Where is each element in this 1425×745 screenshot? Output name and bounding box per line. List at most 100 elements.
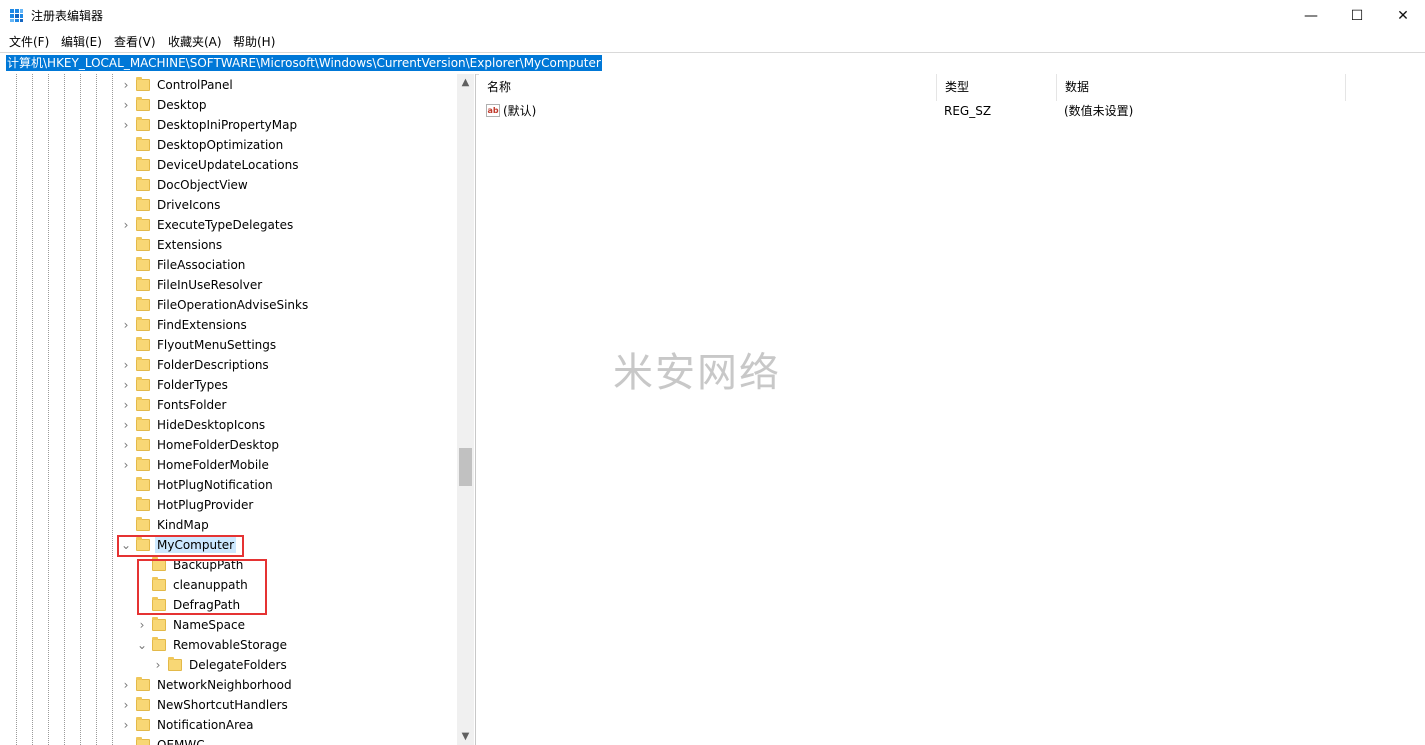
tree-node-networkneighborhood[interactable]: › NetworkNeighborhood (120, 675, 294, 695)
tree-node-label: DocObjectView (157, 178, 248, 192)
expand-chevron-icon[interactable]: › (120, 215, 132, 235)
expand-chevron-icon[interactable]: › (120, 435, 132, 455)
tree-node-homefoldermobile[interactable]: › HomeFolderMobile (120, 455, 271, 475)
tree-node-folderdescriptions[interactable]: › FolderDescriptions (120, 355, 271, 375)
tree-node-docobjectview[interactable]: DocObjectView (120, 175, 250, 195)
tree-node-label: HideDesktopIcons (157, 418, 266, 432)
string-value-icon: ab (486, 104, 500, 117)
column-header-name[interactable]: 名称 (479, 74, 937, 101)
expand-chevron-icon[interactable]: › (136, 615, 148, 635)
tree-node-namespace[interactable]: › NameSpace (136, 615, 247, 635)
maximize-button[interactable]: ☐ (1334, 0, 1380, 31)
folder-icon (136, 737, 150, 745)
scroll-down-arrow-icon[interactable]: ▼ (457, 728, 474, 745)
column-header-type[interactable]: 类型 (937, 74, 1057, 101)
expand-chevron-icon[interactable]: › (120, 455, 132, 475)
folder-icon (136, 237, 150, 251)
tree-node-label: HomeFolderDesktop (157, 438, 280, 452)
expand-chevron-icon[interactable]: › (120, 395, 132, 415)
tree-node-foldertypes[interactable]: › FolderTypes (120, 375, 230, 395)
address-bar[interactable]: 计算机\HKEY_LOCAL_MACHINE\SOFTWARE\Microsof… (0, 52, 1425, 75)
folder-icon (136, 297, 150, 311)
expand-chevron-icon[interactable]: › (120, 95, 132, 115)
tree-node-fontsfolder[interactable]: › FontsFolder (120, 395, 228, 415)
tree-scrollbar[interactable]: ▲ ▼ (457, 74, 474, 745)
expand-chevron-icon[interactable]: › (120, 675, 132, 695)
expand-chevron-icon[interactable]: › (120, 695, 132, 715)
tree-node-hotplugnotification[interactable]: HotPlugNotification (120, 475, 275, 495)
tree-connector (120, 735, 132, 745)
registry-tree[interactable]: › ControlPanel › Desktop › DesktopIniProperty… (0, 74, 476, 745)
expand-chevron-icon[interactable]: › (120, 415, 132, 435)
expand-chevron-icon[interactable]: › (120, 715, 132, 735)
tree-guide-line (80, 74, 81, 745)
tree-node-driveicons[interactable]: DriveIcons (120, 195, 222, 215)
tree-node-kindmap[interactable]: KindMap (120, 515, 211, 535)
tree-node-label: DesktopOptimization (157, 138, 284, 152)
folder-icon (136, 257, 150, 271)
expand-chevron-icon[interactable]: › (120, 355, 132, 375)
tree-node-fileassociation[interactable]: FileAssociation (120, 255, 247, 275)
menu-help[interactable]: 帮助(H) (233, 33, 275, 50)
tree-node-hidedesktopicons[interactable]: › HideDesktopIcons (120, 415, 267, 435)
tree-node-flyoutmenusettings[interactable]: FlyoutMenuSettings (120, 335, 278, 355)
scroll-up-arrow-icon[interactable]: ▲ (457, 74, 474, 91)
tree-node-desktop[interactable]: › Desktop (120, 95, 209, 115)
expand-chevron-icon[interactable]: › (120, 315, 132, 335)
tree-node-label: NetworkNeighborhood (157, 678, 292, 692)
menu-edit[interactable]: 编辑(E) (61, 33, 102, 50)
tree-node-controlpanel[interactable]: › ControlPanel (120, 75, 235, 95)
tree-node-oemwc[interactable]: OEMWC (120, 735, 207, 745)
folder-icon (136, 317, 150, 331)
tree-guide-line (32, 74, 33, 745)
scroll-thumb[interactable] (459, 448, 472, 486)
tree-node-extensions[interactable]: Extensions (120, 235, 224, 255)
menu-bar: 文件(F) 编辑(E) 查看(V) 收藏夹(A) 帮助(H) (0, 31, 1425, 51)
folder-icon (136, 697, 150, 711)
value-type: REG_SZ (944, 104, 992, 118)
tree-node-label: FlyoutMenuSettings (157, 338, 277, 352)
tree-node-label: NewShortcutHandlers (157, 698, 288, 712)
tree-connector (120, 155, 132, 175)
expand-chevron-icon[interactable]: › (120, 115, 132, 135)
tree-node-delegatefolders[interactable]: › DelegateFolders (152, 655, 289, 675)
tree-node-desktopoptimization[interactable]: DesktopOptimization (120, 135, 285, 155)
values-pane[interactable]: 名称 类型 数据 ab (默认) REG_SZ (数值未设置) (479, 74, 1425, 745)
tree-node-label: HomeFolderMobile (157, 458, 269, 472)
expand-chevron-icon[interactable]: › (120, 75, 132, 95)
tree-node-deviceupdatelocations[interactable]: DeviceUpdateLocations (120, 155, 301, 175)
tree-node-newshortcuthandlers[interactable]: › NewShortcutHandlers (120, 695, 290, 715)
tree-node-hotplugprovider[interactable]: HotPlugProvider (120, 495, 255, 515)
expand-chevron-icon[interactable]: › (152, 655, 164, 675)
tree-node-fileinuseresolver[interactable]: FileInUseResolver (120, 275, 264, 295)
title-bar: 注册表编辑器 — ☐ ✕ (0, 0, 1425, 31)
folder-icon (136, 457, 150, 471)
minimize-button[interactable]: — (1288, 0, 1334, 31)
tree-node-label: NotificationArea (157, 718, 254, 732)
menu-view[interactable]: 查看(V) (114, 33, 156, 50)
menu-favorites[interactable]: 收藏夹(A) (168, 33, 222, 50)
tree-node-desktopinipropertymap[interactable]: › DesktopIniPropertyMap (120, 115, 299, 135)
tree-connector (120, 495, 132, 515)
collapse-chevron-icon[interactable]: ⌄ (136, 635, 148, 655)
tree-connector (120, 195, 132, 215)
tree-connector (120, 135, 132, 155)
tree-node-notificationarea[interactable]: › NotificationArea (120, 715, 255, 735)
folder-icon (168, 657, 182, 671)
tree-node-homefolderdesktop[interactable]: › HomeFolderDesktop (120, 435, 281, 455)
tree-node-fileoperationadvisesinks[interactable]: FileOperationAdviseSinks (120, 295, 310, 315)
tree-node-label: OEMWC (157, 738, 205, 745)
tree-node-removablestorage[interactable]: ⌄ RemovableStorage (136, 635, 289, 655)
folder-icon (136, 437, 150, 451)
tree-node-label: ControlPanel (157, 78, 233, 92)
folder-icon (136, 677, 150, 691)
close-button[interactable]: ✕ (1380, 0, 1425, 31)
expand-chevron-icon[interactable]: › (120, 375, 132, 395)
tree-node-executetypedelegates[interactable]: › ExecuteTypeDelegates (120, 215, 295, 235)
address-path[interactable]: 计算机\HKEY_LOCAL_MACHINE\SOFTWARE\Microsof… (6, 55, 602, 71)
value-row[interactable]: ab (默认) REG_SZ (数值未设置) (479, 102, 1379, 120)
tree-node-findextensions[interactable]: › FindExtensions (120, 315, 249, 335)
column-header-data[interactable]: 数据 (1057, 74, 1346, 101)
folder-icon (136, 417, 150, 431)
menu-file[interactable]: 文件(F) (9, 33, 49, 50)
